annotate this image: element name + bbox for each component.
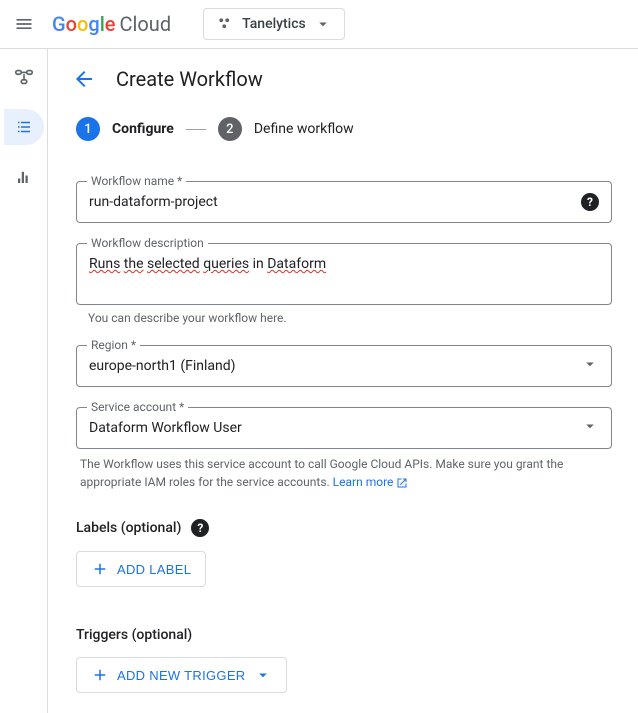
chevron-down-icon: [581, 355, 599, 377]
header: Google Cloud Tanelytics: [0, 0, 638, 48]
step-connector: [186, 129, 206, 130]
main-content: Create Workflow 1 Configure 2 Define wor…: [48, 49, 638, 713]
service-account-description: The Workflow uses this service account t…: [80, 455, 612, 491]
step-1-circle[interactable]: 1: [76, 117, 100, 141]
workflow-description-input[interactable]: Runs the selected queries in Dataform: [89, 256, 599, 292]
google-cloud-logo: Google Cloud: [52, 12, 171, 36]
back-button[interactable]: [72, 67, 96, 91]
service-account-label: Service account *: [87, 400, 188, 414]
project-name: Tanelytics: [242, 16, 306, 32]
chevron-down-icon: [254, 666, 272, 684]
add-trigger-button[interactable]: Add New Trigger: [76, 657, 287, 693]
google-logo-text: Google: [52, 12, 116, 36]
region-value: europe-north1 (Finland): [89, 358, 575, 374]
menu-icon[interactable]: [12, 12, 36, 36]
stepper: 1 Configure 2 Define workflow: [76, 117, 612, 141]
sidebar-item-workflows[interactable]: [4, 59, 44, 95]
learn-more-link[interactable]: Learn more: [333, 475, 409, 489]
step-2-circle[interactable]: 2: [218, 117, 242, 141]
help-icon[interactable]: ?: [581, 193, 599, 211]
sidebar-item-metrics[interactable]: [4, 159, 44, 195]
plus-icon: [91, 560, 109, 578]
step-2-label: Define workflow: [254, 121, 354, 137]
region-select[interactable]: Region * europe-north1 (Finland): [76, 345, 612, 387]
help-icon[interactable]: ?: [191, 519, 209, 537]
region-label: Region *: [87, 338, 140, 352]
workflow-description-label: Workflow description: [87, 236, 208, 250]
service-account-value: Dataform Workflow User: [89, 420, 575, 436]
description-hint: You can describe your workflow here.: [88, 311, 612, 325]
workflow-name-label: Workflow name *: [87, 174, 186, 188]
project-icon: [216, 15, 234, 33]
page-title: Create Workflow: [116, 67, 263, 91]
service-account-select[interactable]: Service account * Dataform Workflow User: [76, 407, 612, 449]
sidebar-item-list[interactable]: [4, 109, 44, 145]
labels-section-title: Labels (optional) ?: [76, 519, 612, 537]
step-1-label: Configure: [112, 121, 174, 137]
sidebar: [0, 49, 48, 713]
cloud-text: Cloud: [120, 12, 172, 36]
add-label-button[interactable]: Add Label: [76, 551, 206, 587]
project-selector[interactable]: Tanelytics: [203, 8, 345, 40]
chevron-down-icon: [314, 15, 332, 33]
chevron-down-icon: [581, 417, 599, 439]
workflow-name-input[interactable]: [89, 194, 571, 210]
triggers-section-title: Triggers (optional): [76, 627, 612, 643]
plus-icon: [91, 666, 109, 684]
